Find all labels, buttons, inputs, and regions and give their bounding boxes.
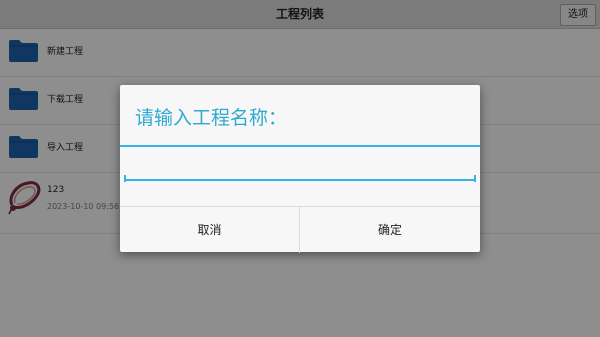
project-name-input[interactable]: [124, 157, 475, 181]
input-underline-tick: [474, 175, 476, 182]
new-project-dialog: 请输入工程名称： 取消 确定: [120, 85, 480, 253]
dialog-title: 请输入工程名称：: [135, 107, 288, 129]
cancel-button[interactable]: 取消: [120, 207, 300, 253]
dialog-button-bar: 取消 确定: [120, 206, 480, 253]
dialog-title-divider: [120, 145, 480, 147]
input-underline-tick: [124, 175, 126, 182]
confirm-button[interactable]: 确定: [300, 207, 480, 253]
